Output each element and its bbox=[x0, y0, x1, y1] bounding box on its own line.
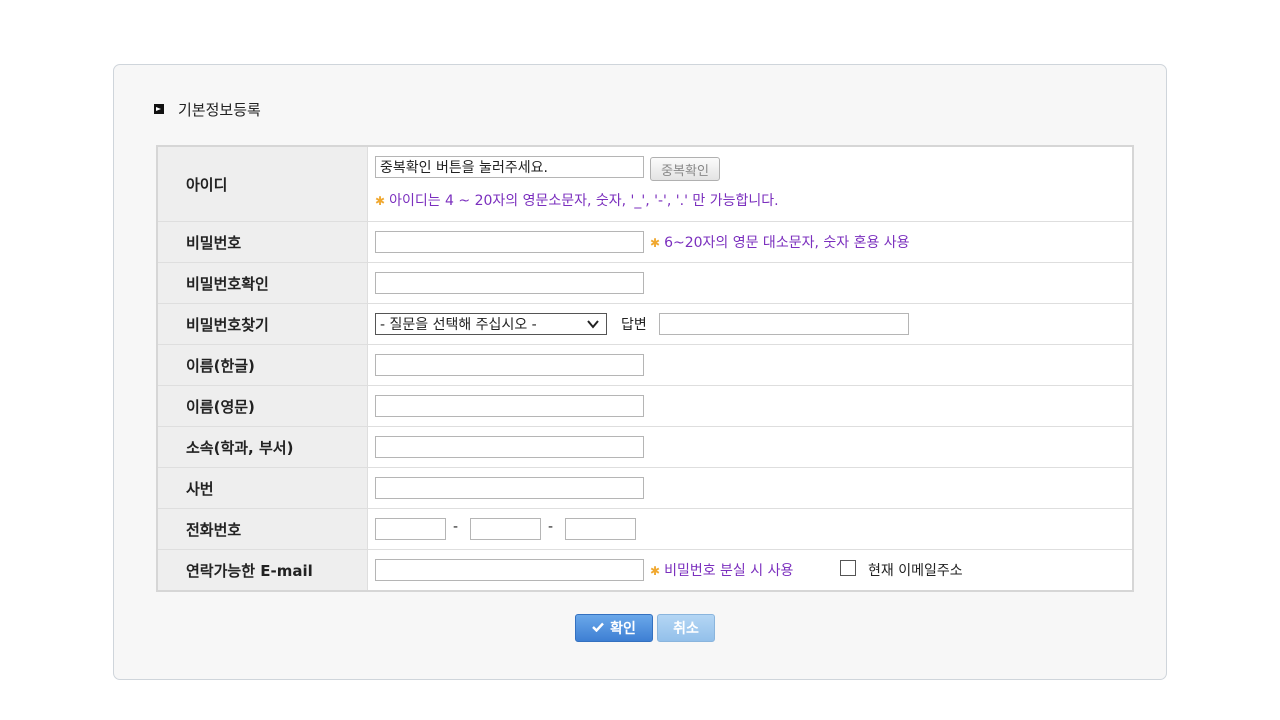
chevron-down-icon bbox=[586, 317, 600, 335]
name-kr-input[interactable] bbox=[375, 354, 644, 376]
name-en-input[interactable] bbox=[375, 395, 644, 417]
label-password: 비밀번호 bbox=[158, 222, 368, 262]
duplicate-check-button[interactable]: 중복확인 bbox=[650, 157, 720, 181]
department-input[interactable] bbox=[375, 436, 644, 458]
row-password-find: 비밀번호찾기 - 질문을 선택해 주십시오 - 답변 bbox=[158, 304, 1132, 345]
phone-input-3[interactable] bbox=[565, 518, 636, 540]
current-email-label[interactable]: 현재 이메일주소 bbox=[868, 560, 963, 580]
ok-button[interactable]: 확인 bbox=[575, 614, 653, 642]
label-name-en: 이름(영문) bbox=[158, 386, 368, 426]
label-employee-no: 사번 bbox=[158, 468, 368, 508]
label-password-confirm: 비밀번호확인 bbox=[158, 263, 368, 303]
section-header: 기본정보등록 bbox=[154, 99, 261, 119]
password-hint: ✱ 6~20자의 영문 대소문자, 숫자 혼용 사용 bbox=[650, 235, 910, 251]
row-password: 비밀번호 ✱ 6~20자의 영문 대소문자, 숫자 혼용 사용 bbox=[158, 222, 1132, 263]
email-hint: ✱ 비밀번호 분실 시 사용 bbox=[650, 563, 794, 579]
check-icon bbox=[592, 620, 604, 636]
row-employee-no: 사번 bbox=[158, 468, 1132, 509]
email-input[interactable] bbox=[375, 559, 644, 581]
arrow-box-icon bbox=[154, 104, 164, 114]
label-department: 소속(학과, 부서) bbox=[158, 427, 368, 467]
asterisk-icon: ✱ bbox=[650, 236, 661, 250]
asterisk-icon: ✱ bbox=[375, 194, 386, 208]
row-name-kr: 이름(한글) bbox=[158, 345, 1132, 386]
row-name-en: 이름(영문) bbox=[158, 386, 1132, 427]
label-name-kr: 이름(한글) bbox=[158, 345, 368, 385]
password-confirm-input[interactable] bbox=[375, 272, 644, 294]
phone-separator: - bbox=[453, 519, 459, 535]
registration-panel: 기본정보등록 아이디 중복확인 ✱아이디는 4 ~ 20자의 영문소문자, 숫자… bbox=[113, 64, 1167, 680]
current-email-checkbox[interactable] bbox=[840, 560, 856, 576]
answer-input[interactable] bbox=[659, 313, 909, 335]
phone-input-1[interactable] bbox=[375, 518, 446, 540]
row-phone: 전화번호 - - bbox=[158, 509, 1132, 550]
answer-label: 답변 bbox=[621, 317, 647, 333]
asterisk-icon: ✱ bbox=[650, 564, 661, 578]
label-phone: 전화번호 bbox=[158, 509, 368, 549]
employee-no-input[interactable] bbox=[375, 477, 644, 499]
registration-form: 아이디 중복확인 ✱아이디는 4 ~ 20자의 영문소문자, 숫자, '_', … bbox=[156, 145, 1134, 592]
row-department: 소속(학과, 부서) bbox=[158, 427, 1132, 468]
phone-input-2[interactable] bbox=[470, 518, 541, 540]
label-password-find: 비밀번호찾기 bbox=[158, 304, 368, 344]
row-id: 아이디 중복확인 ✱아이디는 4 ~ 20자의 영문소문자, 숫자, '_', … bbox=[158, 147, 1132, 222]
row-password-confirm: 비밀번호확인 bbox=[158, 263, 1132, 304]
id-input[interactable] bbox=[375, 156, 644, 178]
id-hint: ✱ 아이디는 4 ~ 20자의 영문소문자, 숫자, '_', '-', '.' … bbox=[375, 193, 779, 209]
question-select[interactable]: - 질문을 선택해 주십시오 - bbox=[375, 313, 607, 335]
section-title: 기본정보등록 bbox=[178, 100, 261, 119]
cancel-button[interactable]: 취소 bbox=[657, 614, 715, 642]
row-email: 연락가능한 E-mail ✱ 비밀번호 분실 시 사용 현재 이메일주소 bbox=[158, 550, 1132, 590]
password-input[interactable] bbox=[375, 231, 644, 253]
label-id: 아이디 bbox=[158, 147, 368, 221]
phone-separator: - bbox=[548, 519, 554, 535]
label-email: 연락가능한 E-mail bbox=[158, 550, 368, 590]
